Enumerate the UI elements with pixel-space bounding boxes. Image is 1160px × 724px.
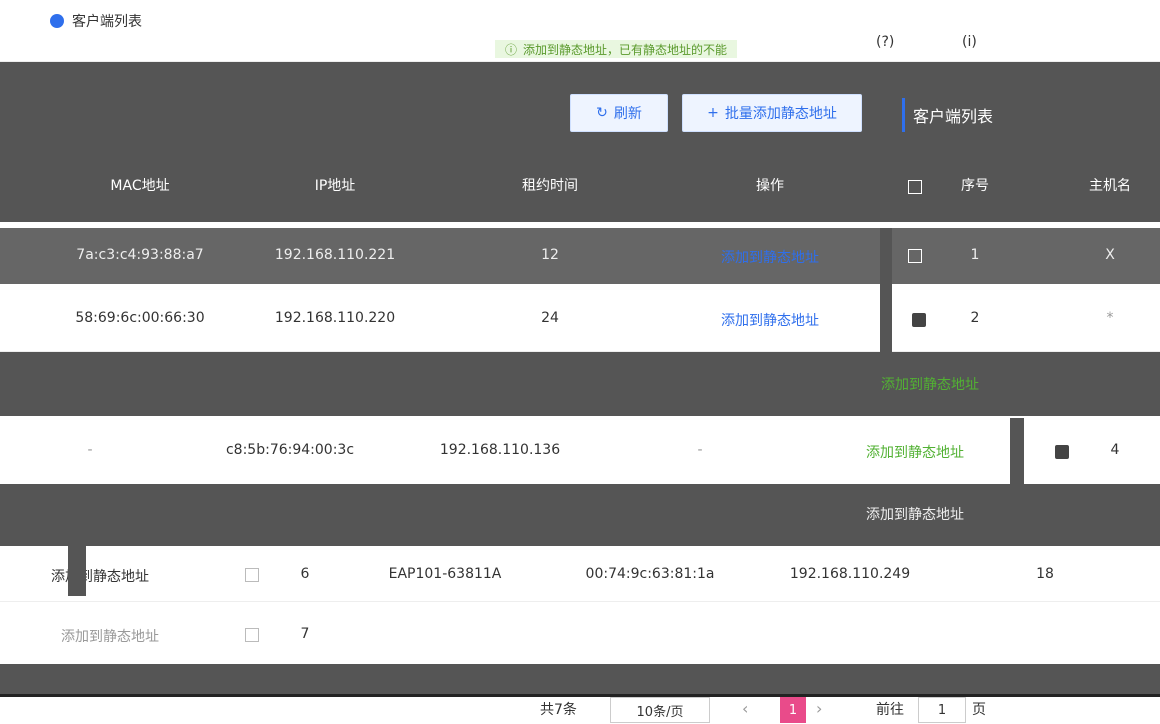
add-static-link[interactable]: 添加到静态地址 (700, 247, 840, 267)
info-icon: ⓘ (505, 42, 518, 57)
index-cell: 4 (1110, 442, 1120, 458)
batch-add-label: 批量添加静态地址 (724, 106, 837, 122)
lease-cell: - (697, 442, 703, 458)
refresh-label: 刷新 (613, 106, 642, 122)
ip-cell: 192.168.110.136 (439, 442, 561, 458)
hostname-cell: - (87, 442, 93, 458)
current-page-button[interactable]: 1 (780, 697, 806, 723)
lease-cell: 24 (541, 310, 559, 326)
table-row: 添加到静态地址 7 (0, 604, 1160, 664)
add-static-link[interactable]: 添加到静态地址 (700, 310, 840, 330)
hostname-cell: EAP101-63811A (388, 566, 502, 582)
page-unit-label: 页 (972, 702, 986, 718)
table-row: - c8:5b:76:94:00:3c 192.168.110.136 - 添加… (0, 418, 1160, 484)
add-static-link[interactable]: 添加到静态地址 (40, 566, 160, 586)
index-cell: 7 (300, 626, 310, 642)
app-logo-icon (50, 14, 64, 28)
plus-icon: + (707, 105, 719, 121)
mac-cell: 7a:c3:c4:93:88:a7 (76, 247, 204, 263)
column-header-index: 序号 (961, 178, 989, 194)
notice-banner: ⓘ 添加到静态地址，已有静态地址的不能 (495, 40, 738, 58)
ip-cell: 192.168.110.221 (274, 247, 396, 263)
lease-cell: 18 (1036, 566, 1054, 582)
next-page-icon[interactable]: › (816, 699, 822, 718)
index-cell: 6 (300, 566, 310, 582)
divider (1010, 418, 1024, 484)
page-size-select[interactable]: 10条/页 (610, 697, 710, 723)
lease-cell: 12 (541, 247, 559, 263)
index-cell: 2 (970, 310, 980, 326)
prev-page-icon[interactable]: ‹ (742, 699, 748, 718)
table-row: 添加到静态地址 (0, 352, 1160, 416)
about-icon[interactable]: (i) (962, 34, 977, 50)
ip-cell: 192.168.110.220 (274, 310, 396, 326)
notice-text: 添加到静态地址，已有静态地址的不能 (523, 42, 728, 57)
add-static-link[interactable]: 添加到静态地址 (840, 442, 990, 462)
refresh-button[interactable]: ↻ 刷新 (570, 94, 668, 132)
mac-cell: 58:69:6c:00:66:30 (75, 310, 205, 326)
goto-page-input[interactable]: 1 (918, 697, 966, 723)
row-checkbox[interactable] (1055, 445, 1069, 459)
panel-title: 客户端列表 (902, 98, 993, 132)
help-icon[interactable]: (?) (876, 34, 894, 50)
select-all-checkbox[interactable] (908, 180, 922, 194)
row-checkbox[interactable] (908, 249, 922, 263)
batch-add-static-button[interactable]: + 批量添加静态地址 (682, 94, 862, 132)
row-checkbox[interactable] (245, 628, 259, 642)
table-row: 添加到静态地址 (0, 484, 1160, 546)
total-count: 共7条 (540, 702, 577, 718)
row-checkbox[interactable] (245, 568, 259, 582)
ip-cell: 192.168.110.249 (789, 566, 911, 582)
divider (880, 228, 892, 352)
mac-cell: 00:74:9c:63:81:1a (585, 566, 715, 582)
mac-cell: c8:5b:76:94:00:3c (225, 442, 355, 458)
add-static-link[interactable]: 添加到静态地址 (840, 504, 990, 524)
index-cell: 1 (970, 247, 980, 263)
hostname-cell: X (1105, 247, 1115, 263)
refresh-icon: ↻ (596, 105, 608, 121)
hostname-cell: * (1106, 310, 1114, 326)
add-static-link[interactable]: 添加到静态地址 (855, 374, 1005, 394)
add-static-link[interactable]: 添加到静态地址 (40, 626, 180, 646)
column-header-lease: 租约时间 (522, 178, 578, 194)
pagination: 共7条 10条/页 ‹ 1 › 前往 1 页 (0, 694, 1160, 724)
column-header-ip: IP地址 (314, 178, 356, 194)
scrollbar-band (0, 664, 1160, 694)
divider (68, 546, 86, 596)
goto-label: 前往 (876, 702, 904, 718)
row-checkbox[interactable] (912, 313, 926, 327)
column-header-operation: 操作 (756, 178, 784, 194)
column-header-mac: MAC地址 (110, 178, 170, 194)
page-title-text: 客户端列表 (72, 14, 142, 30)
table-row: 58:69:6c:00:66:30 192.168.110.220 24 添加到… (0, 288, 1160, 352)
top-bar: 客户端列表 ⓘ 添加到静态地址，已有静态地址的不能 (?) (i) (0, 0, 1160, 62)
column-header-hostname: 主机名 (1089, 178, 1131, 194)
table-row: 添加到静态地址 6 EAP101-63811A 00:74:9c:63:81:1… (0, 546, 1160, 602)
table-row: 7a:c3:c4:93:88:a7 192.168.110.221 12 添加到… (0, 228, 1160, 284)
page-title: 客户端列表 (40, 10, 152, 32)
